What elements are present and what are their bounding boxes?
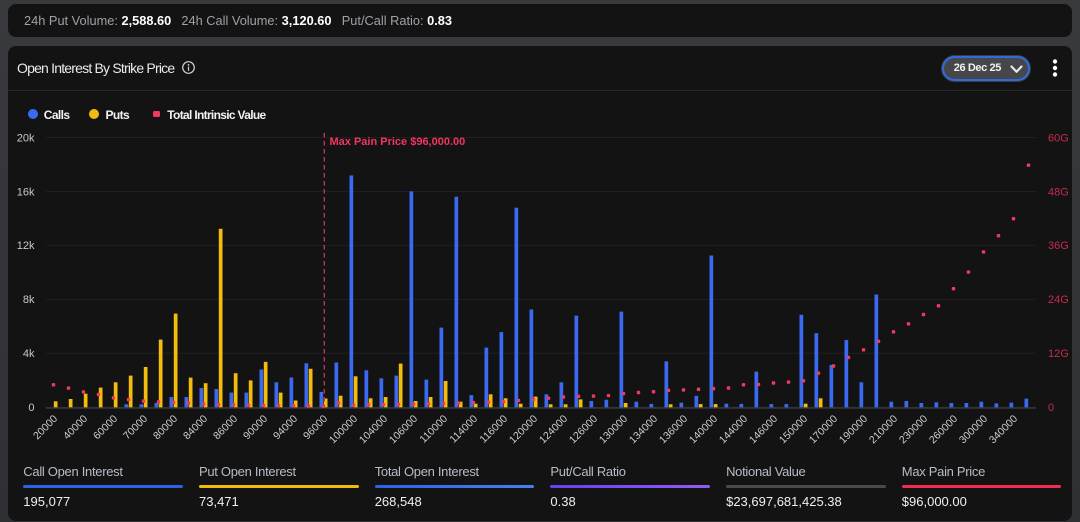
svg-text:134000: 134000 [627,413,660,446]
svg-text:12k: 12k [17,240,35,252]
svg-text:230000: 230000 [897,413,930,446]
svg-text:126000: 126000 [567,413,600,446]
svg-text:16k: 16k [17,186,35,198]
svg-text:300000: 300000 [957,413,990,446]
svg-text:94000: 94000 [271,413,300,442]
svg-text:86000: 86000 [211,413,240,442]
svg-text:190000: 190000 [837,413,870,446]
svg-text:124000: 124000 [537,413,570,446]
svg-text:0: 0 [1048,402,1054,414]
svg-text:40000: 40000 [61,413,90,442]
svg-text:210000: 210000 [867,413,900,446]
svg-text:80000: 80000 [151,413,180,442]
svg-text:20k: 20k [17,132,35,144]
svg-text:114000: 114000 [447,413,480,446]
svg-text:8k: 8k [23,294,35,306]
svg-text:170000: 170000 [807,413,840,446]
svg-text:Max Pain Price $96,000.00: Max Pain Price $96,000.00 [330,136,466,148]
svg-text:116000: 116000 [477,413,510,446]
svg-text:36G: 36G [1048,240,1069,252]
svg-text:48G: 48G [1048,186,1069,198]
svg-text:24G: 24G [1048,294,1069,306]
svg-text:340000: 340000 [987,413,1020,446]
svg-text:140000: 140000 [687,413,720,446]
svg-text:0: 0 [28,402,34,414]
svg-text:60000: 60000 [91,413,120,442]
svg-text:84000: 84000 [181,413,210,442]
svg-text:146000: 146000 [747,413,780,446]
svg-text:4k: 4k [23,348,35,360]
svg-text:12G: 12G [1048,348,1069,360]
svg-text:144000: 144000 [717,413,750,446]
svg-text:70000: 70000 [121,413,150,442]
svg-text:136000: 136000 [657,413,690,446]
svg-text:106000: 106000 [387,413,420,446]
svg-text:110000: 110000 [417,413,450,446]
svg-text:20000: 20000 [31,413,60,442]
svg-text:60G: 60G [1048,132,1069,144]
svg-text:150000: 150000 [777,413,810,446]
svg-text:130000: 130000 [597,413,630,446]
svg-text:90000: 90000 [241,413,270,442]
svg-text:100000: 100000 [327,413,360,446]
svg-text:120000: 120000 [507,413,540,446]
svg-text:260000: 260000 [927,413,960,446]
svg-text:104000: 104000 [357,413,390,446]
